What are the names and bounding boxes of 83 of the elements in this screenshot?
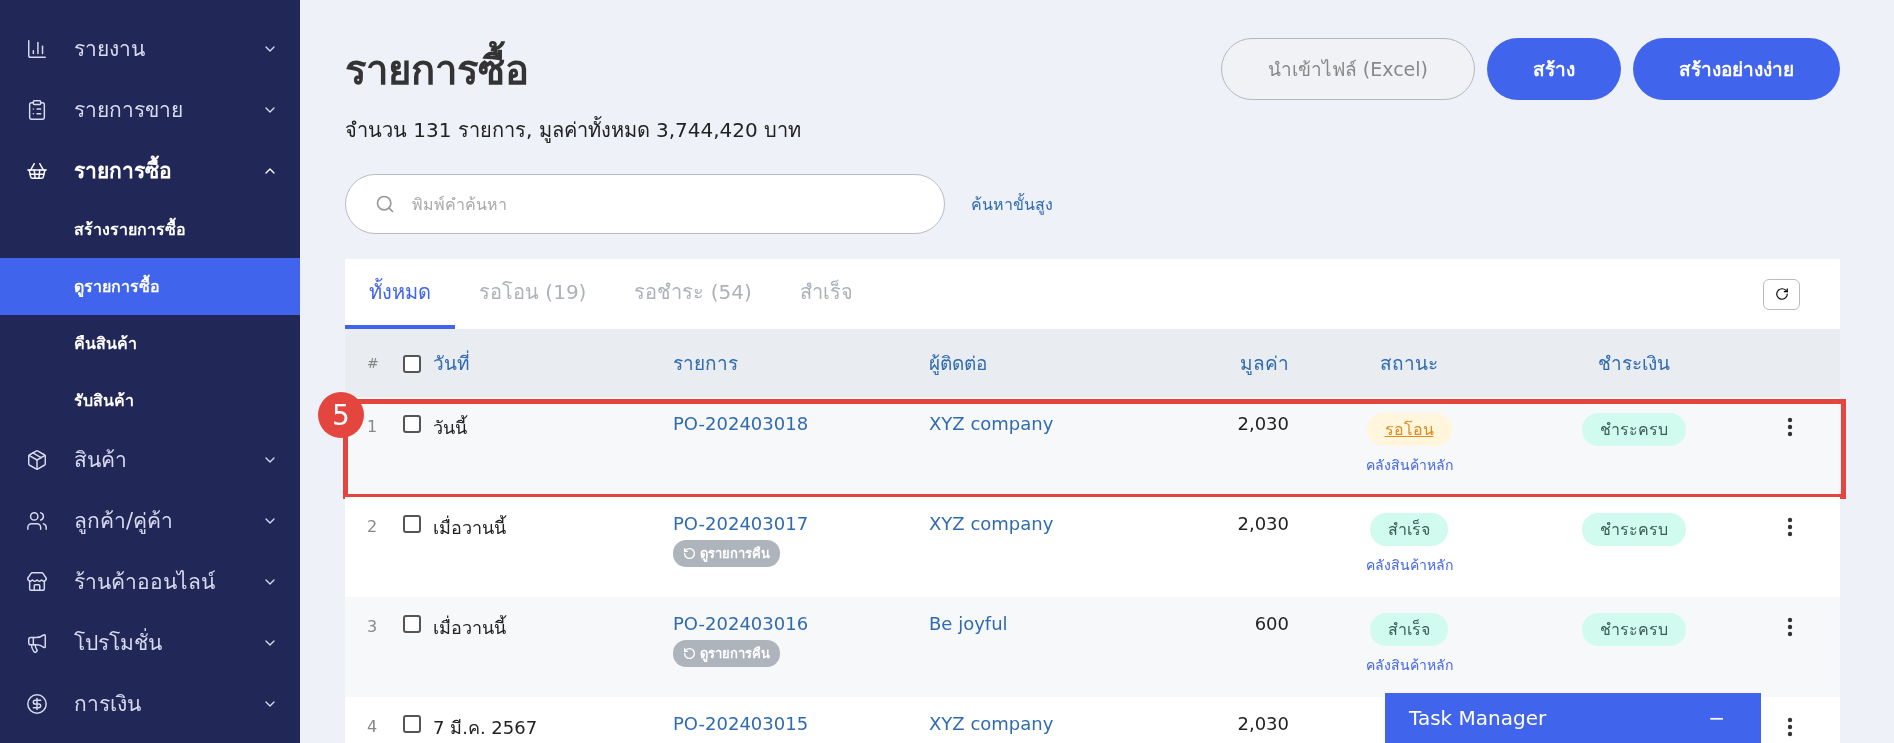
action-button[interactable]: สร้างอย่างง่าย — [1633, 38, 1840, 100]
row-number: 4 — [366, 716, 379, 738]
payment-badge: ชำระครบ — [1582, 613, 1686, 646]
date-cell-text: 7 มี.ค. 2567 — [433, 716, 539, 740]
sidebar-item[interactable]: รายการซื้อ — [0, 140, 300, 201]
action-button[interactable]: นำเข้าไฟล์ (Excel) — [1220, 38, 1475, 100]
contact-link[interactable]: XYZ company — [929, 413, 1054, 434]
refresh-icon — [1774, 287, 1789, 301]
action-button[interactable]: สร้าง — [1487, 38, 1621, 100]
payment-badge: ชำระครบ — [1582, 413, 1686, 446]
value-cell-text: 2,030 — [1236, 713, 1289, 736]
value-cell-text: 2,030 — [1236, 413, 1289, 436]
row-checkbox[interactable] — [403, 415, 421, 433]
contact-link[interactable]: Be joyful — [929, 613, 1008, 634]
column-header: ผู้ติดต่อ — [929, 351, 988, 377]
value-cell-text: 2,030 — [1236, 513, 1289, 536]
sidebar-item[interactable]: การเงิน — [0, 673, 300, 734]
more-icon — [1786, 517, 1793, 537]
sidebar-item[interactable]: รายงาน — [0, 18, 300, 79]
menu-item-icon — [26, 509, 48, 532]
payment-badge: ชำระครบ — [1582, 513, 1686, 546]
column-header: มูลค่า — [1239, 351, 1289, 377]
row-checkbox[interactable] — [403, 715, 421, 733]
date-cell-text: วันนี้ — [433, 414, 469, 440]
menu-item-icon — [26, 448, 48, 471]
status-badge: สำเร็จ — [1370, 613, 1448, 646]
sidebar-subitem[interactable]: คืนสินค้า — [0, 315, 300, 372]
page-title: รายการซื้อ — [345, 38, 802, 102]
row-checkbox[interactable] — [403, 615, 421, 633]
warehouse-link[interactable]: คลังสินค้าหลัก — [1365, 554, 1453, 576]
value-cell-text: 600 — [1253, 613, 1289, 636]
search-field[interactable]: พิมพ์คำค้นหา — [345, 174, 945, 234]
more-button[interactable] — [1786, 517, 1793, 537]
row-number: 3 — [366, 616, 379, 638]
order-link[interactable]: PO-202403018 — [673, 413, 809, 434]
row-number: 1 — [366, 416, 379, 438]
more-icon — [1786, 417, 1793, 437]
more-icon — [1786, 717, 1793, 737]
menu-item-icon — [26, 37, 48, 60]
date-cell-text: เมื่อวานนี้ — [433, 614, 508, 640]
order-link[interactable]: PO-202403016 — [673, 613, 809, 634]
search-icon — [375, 194, 395, 214]
page-summary: จำนวน 131 รายการ, มูลค่าทั้งหมด 3,744,420 บาท — [345, 115, 802, 145]
sidebar-item[interactable]: สินค้า — [0, 429, 300, 490]
warehouse-link[interactable]: คลังสินค้าหลัก — [1365, 454, 1453, 476]
contact-link[interactable]: XYZ company — [929, 513, 1054, 534]
date-cell-text: เมื่อวานนี้ — [433, 514, 508, 540]
order-link[interactable]: PO-202403017 — [673, 513, 809, 534]
sidebar-item[interactable]: โปรโมชั่น — [0, 612, 300, 673]
status-badge: สำเร็จ — [1370, 513, 1448, 546]
column-header: วันที่ — [433, 349, 471, 376]
warehouse-link[interactable]: คลังสินค้าหลัก — [1365, 654, 1453, 676]
status-badge: รอโอน — [1366, 413, 1452, 446]
menu-item-icon — [26, 631, 48, 654]
column-header: ชำระเงิน — [1597, 351, 1671, 376]
menu-item-icon — [26, 570, 48, 593]
sidebar-item[interactable]: ร้านค้าออนไลน์ — [0, 551, 300, 612]
more-button[interactable] — [1786, 717, 1793, 737]
step-badge: 5 — [318, 392, 364, 438]
undo-icon — [683, 547, 696, 560]
refresh-button[interactable] — [1763, 278, 1800, 310]
advanced-search-link[interactable]: ค้นหาขั้นสูง — [971, 191, 1053, 217]
sidebar-item[interactable]: รายการขาย — [0, 79, 300, 140]
contact-link[interactable]: XYZ company — [929, 713, 1054, 734]
more-button[interactable] — [1786, 617, 1793, 637]
sidebar-subitem[interactable]: ดูรายการซื้อ — [0, 258, 300, 315]
row-number: 2 — [366, 516, 379, 538]
column-header: # — [366, 355, 380, 371]
more-button[interactable] — [1786, 417, 1793, 437]
order-link[interactable]: PO-202403015 — [673, 713, 809, 734]
select-all-checkbox[interactable] — [403, 355, 421, 373]
sidebar-item[interactable]: ลูกค้า/คู่ค้า — [0, 490, 300, 551]
undo-icon — [683, 647, 696, 660]
row-checkbox[interactable] — [403, 515, 421, 533]
minimize-button[interactable]: − — [1702, 705, 1731, 731]
more-icon — [1786, 617, 1793, 637]
sidebar-subitem[interactable]: รับสินค้า — [0, 372, 300, 429]
column-header: สถานะ — [1379, 351, 1439, 376]
task-manager-title: Task Manager — [1409, 706, 1547, 730]
column-header: รายการ — [673, 351, 739, 376]
menu-item-icon — [26, 692, 48, 715]
sidebar-subitem[interactable]: สร้างรายการซื้อ — [0, 201, 300, 258]
menu-item-icon — [26, 98, 48, 121]
